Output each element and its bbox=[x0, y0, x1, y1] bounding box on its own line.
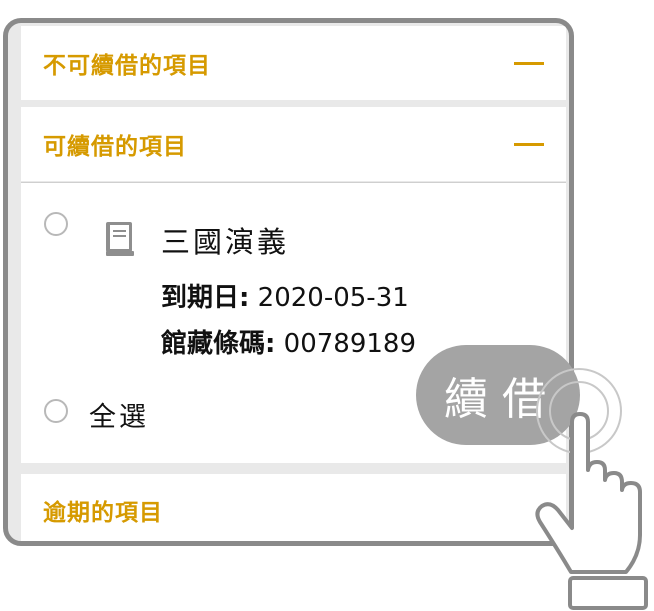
loan-items-panel: 不可續借的項目 可續借的項目 三國演義 到期日: 2020-05-31 館藏條碼… bbox=[3, 18, 574, 546]
barcode-value: 00789189 bbox=[283, 329, 417, 359]
barcode-label: 館藏條碼: bbox=[161, 329, 276, 359]
section-title-non-renewable: 不可續借的項目 bbox=[43, 53, 211, 79]
section-header-non-renewable[interactable]: 不可續借的項目 bbox=[21, 26, 566, 100]
section-header-overdue[interactable]: 逾期的項目 bbox=[21, 474, 566, 541]
section-title-overdue: 逾期的項目 bbox=[43, 500, 163, 526]
due-date-value: 2020-05-31 bbox=[257, 283, 409, 313]
item-select-radio[interactable] bbox=[44, 212, 68, 236]
select-all-radio[interactable] bbox=[44, 399, 68, 423]
collapse-icon[interactable] bbox=[514, 142, 544, 146]
due-date-label: 到期日: bbox=[161, 283, 250, 313]
due-date-row: 到期日: 2020-05-31 bbox=[161, 277, 409, 314]
book-title: 三國演義 bbox=[161, 225, 290, 259]
barcode-row: 館藏條碼: 00789189 bbox=[161, 323, 416, 360]
book-icon bbox=[106, 222, 134, 256]
section-title-renewable: 可續借的項目 bbox=[43, 134, 187, 160]
section-header-renewable[interactable]: 可續借的項目 bbox=[21, 107, 566, 181]
collapse-icon[interactable] bbox=[514, 61, 544, 65]
select-all-label[interactable]: 全選 bbox=[89, 395, 149, 434]
pointing-hand-icon bbox=[535, 412, 648, 610]
